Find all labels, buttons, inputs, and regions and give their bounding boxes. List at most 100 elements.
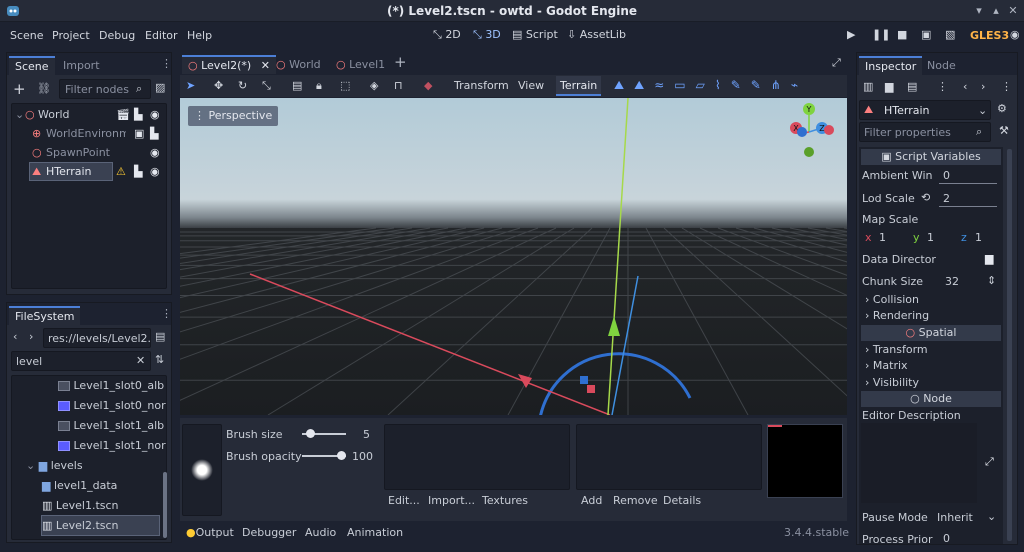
process-priority-input[interactable]: 0 <box>939 531 997 544</box>
folder-row[interactable]: ⌄ ▆ levels <box>26 456 83 475</box>
history-forward-icon[interactable]: › <box>981 80 985 93</box>
new-resource-icon[interactable]: ▥ <box>863 80 873 93</box>
menu-debug[interactable]: Debug <box>99 29 135 42</box>
visibility-group[interactable]: › Visibility <box>865 376 919 389</box>
rendering-group[interactable]: › Rendering <box>865 309 929 322</box>
editor-description-textarea[interactable] <box>861 423 977 503</box>
detail-list[interactable] <box>576 424 762 490</box>
new-tab-icon[interactable]: + <box>394 53 407 71</box>
erode-icon[interactable]: ⌇ <box>715 78 731 92</box>
script-icon[interactable]: ▙ <box>134 105 142 124</box>
brush-size-slider[interactable] <box>302 429 346 438</box>
raise-icon[interactable]: ⛰ <box>614 78 634 92</box>
history-icon[interactable]: ⋮ <box>1001 80 1012 93</box>
slider-grabber[interactable] <box>305 429 315 438</box>
dock-menu-icon[interactable]: ⋮ <box>161 307 172 320</box>
node-section[interactable]: ○ Node <box>861 391 1001 407</box>
movie-icon[interactable]: ▣ <box>134 124 144 143</box>
transform-menu[interactable]: Transform <box>454 79 509 92</box>
map-scale-x[interactable]: 1 <box>879 231 886 244</box>
list-select-icon[interactable]: ▤ <box>292 79 302 92</box>
property-tools-icon[interactable]: ⚒ <box>999 124 1009 137</box>
brush-preview[interactable] <box>182 424 222 516</box>
color-icon[interactable]: ✎ <box>751 78 771 92</box>
chunk-size-select[interactable]: 32 ⇕ <box>941 274 999 290</box>
workspace-assetlib-button[interactable]: ⇩ AssetLib <box>567 28 626 41</box>
tree-row-worldenvironment[interactable]: ⊕ WorldEnvironme ▣ ▙ <box>12 124 166 143</box>
inspector-scrollbar[interactable] <box>1007 149 1012 541</box>
import-button[interactable]: Import... <box>428 494 475 507</box>
tab-inspector[interactable]: Inspector <box>859 56 923 75</box>
visibility-eye-icon[interactable]: ◉ <box>150 105 160 124</box>
play-custom-icon[interactable]: ▧ <box>945 28 955 41</box>
open-resource-icon[interactable]: ▆ <box>885 80 893 93</box>
view-gizmo[interactable]: Y X Z <box>786 102 842 160</box>
file-row[interactable]: ▥ Level1.tscn <box>42 496 119 515</box>
filter-nodes-input[interactable]: Filter nodes ⌕ <box>59 79 151 99</box>
script-attach-icon[interactable]: ▨ <box>155 81 165 94</box>
tab-node[interactable]: Node <box>921 56 962 75</box>
chevron-down-icon[interactable]: ⌄ <box>15 105 24 124</box>
fullscreen-icon[interactable]: ⤢ <box>832 56 841 70</box>
tab-level1[interactable]: ○ Level1 <box>330 55 391 74</box>
mask-icon[interactable]: ⌁ <box>791 78 808 92</box>
terrain-brush-tools[interactable]: ⛰⛰≈▭▱⌇✎✎⋔⌁ <box>614 78 808 93</box>
workspace-2d-button[interactable]: ⤡ 2D <box>433 28 461 42</box>
path-field[interactable]: res://levels/Level2.t <box>43 328 151 348</box>
menu-project[interactable]: Project <box>52 29 90 42</box>
forward-icon[interactable]: › <box>29 330 33 343</box>
group-icon[interactable]: ⬚ <box>340 79 350 92</box>
script-variables-section[interactable]: ▣ Script Variables <box>861 149 1001 165</box>
tab-import[interactable]: Import <box>57 56 106 75</box>
remove-button[interactable]: Remove <box>613 494 658 507</box>
filter-properties-input[interactable]: Filter properties ⌕ <box>859 122 991 142</box>
scale-tool-icon[interactable]: ⤡ <box>262 79 271 93</box>
slider-grabber[interactable] <box>337 451 346 460</box>
close-icon[interactable]: ✕ <box>1006 4 1020 18</box>
file-row-selected[interactable]: ▥ Level2.tscn <box>42 516 119 535</box>
rotate-tool-icon[interactable]: ↻ <box>238 79 247 92</box>
tree-row-world[interactable]: ⌄ ○ World 🎬︎ ▙ ◉ <box>12 105 166 124</box>
file-row[interactable]: Level1_slot1_nor <box>58 436 166 455</box>
scrollbar[interactable] <box>163 472 167 538</box>
menu-editor[interactable]: Editor <box>145 29 178 42</box>
save-resource-icon[interactable]: ▤ <box>907 80 917 93</box>
menu-help[interactable]: Help <box>187 29 212 42</box>
play-icon[interactable]: ▶ <box>847 28 855 41</box>
level-icon[interactable]: ▭ <box>674 78 695 92</box>
lower-icon[interactable]: ⛰ <box>634 78 654 92</box>
stop-icon[interactable]: ■ <box>897 28 907 41</box>
close-tab-icon[interactable]: ✕ <box>261 59 270 72</box>
sort-icon[interactable]: ⇅ <box>155 353 164 366</box>
smooth-icon[interactable]: ≈ <box>654 78 674 92</box>
ambient-input[interactable]: 0 <box>939 168 997 184</box>
texture-list[interactable] <box>384 424 570 490</box>
sun-icon[interactable]: ◆ <box>424 79 432 92</box>
tab-animation[interactable]: Animation <box>347 526 403 539</box>
pause-mode-select[interactable]: Inherit ⌄ <box>935 509 999 525</box>
history-back-icon[interactable]: ‹ <box>963 80 967 93</box>
local-space-icon[interactable]: ◈ <box>370 79 378 92</box>
clear-icon[interactable]: ✕ <box>136 354 145 367</box>
play-scene-icon[interactable]: ▣ <box>921 28 931 41</box>
edit-button[interactable]: Edit... <box>388 494 420 507</box>
revert-icon[interactable]: ⟲ <box>921 191 930 204</box>
perspective-menu[interactable]: ⋮ Perspective <box>188 106 279 126</box>
object-selector[interactable]: ⛰ HTerrain ⌄ <box>859 100 991 120</box>
link-icon[interactable]: ⛓ <box>37 82 51 95</box>
tree-row-spawnpoint[interactable]: ○ SpawnPoint ◉ <box>12 143 166 162</box>
pause-icon[interactable]: ❚❚ <box>872 28 890 41</box>
maximize-icon[interactable]: ▴ <box>989 4 1003 18</box>
expand-icon[interactable]: ⤢ <box>985 455 994 469</box>
map-scale-y[interactable]: 1 <box>927 231 934 244</box>
tab-audio[interactable]: Audio <box>305 526 336 539</box>
script-icon[interactable]: ▙ <box>134 162 142 181</box>
visibility-eye-icon[interactable]: ◉ <box>150 143 160 162</box>
movie-icon[interactable]: 🎬︎ <box>116 105 130 124</box>
file-row[interactable]: Level1_slot1_alb <box>58 416 164 435</box>
resource-menu-icon[interactable]: ⋮ <box>937 80 948 93</box>
tab-debugger[interactable]: Debugger <box>242 526 296 539</box>
lod-input[interactable]: 2 <box>939 191 997 207</box>
add-button[interactable]: Add <box>581 494 602 507</box>
map-scale-z[interactable]: 1 <box>975 231 982 244</box>
